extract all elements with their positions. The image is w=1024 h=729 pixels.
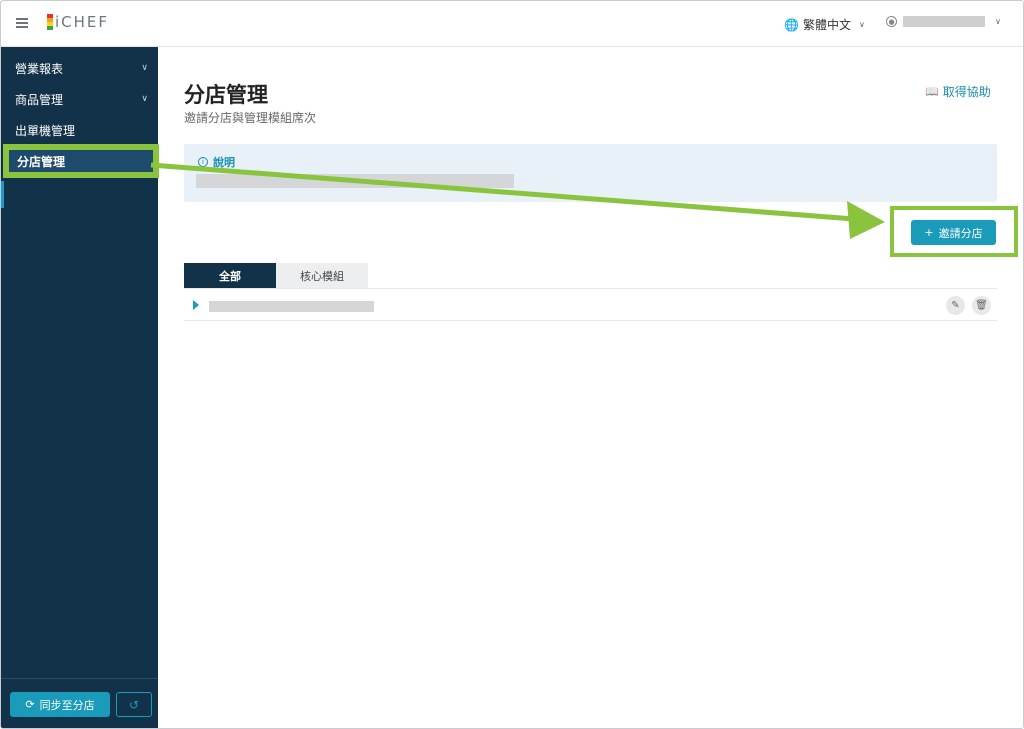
trash-icon[interactable]: 🗑 [972, 296, 991, 315]
invite-branch-button[interactable]: + 邀請分店 [911, 220, 996, 245]
branch-tabs: 全部 核心模組 [184, 263, 368, 288]
sidebar-item-printer-management[interactable]: 出單機管理 [1, 115, 158, 146]
expand-caret-icon[interactable] [193, 300, 199, 310]
sidebar-item-label: 商品管理 [15, 93, 64, 107]
user-menu[interactable]: ● ∨ [886, 16, 1001, 27]
hamburger-menu-icon[interactable] [16, 18, 28, 28]
sidebar-item-label: 分店管理 [17, 154, 66, 169]
table-row: ✎ 🗑 [184, 288, 997, 321]
plus-icon: + [924, 226, 934, 239]
sidebar-item-label: 出單機管理 [15, 124, 76, 138]
info-panel: i 說明 [184, 144, 997, 202]
chevron-down-icon: ∨ [858, 20, 865, 29]
info-title: i 說明 [198, 154, 235, 170]
logo-color-bar [47, 14, 53, 30]
get-help-link[interactable]: 📖 取得協助 [925, 83, 991, 100]
user-name-redacted [903, 16, 985, 27]
history-icon: ↺ [128, 697, 140, 712]
language-label: 繁體中文 [802, 18, 851, 32]
chevron-down-icon: ∨ [141, 94, 148, 104]
sidebar-item-label: 營業報表 [15, 62, 64, 76]
sidebar-nav: 營業報表 ∨ 商品管理 ∨ 出單機管理 分店管理 [1, 53, 159, 178]
main-content: 分店管理 邀請分店與管理模組席次 📖 取得協助 i 說明 + 邀請分店 全部 核… [158, 47, 1023, 728]
tab-core-modules[interactable]: 核心模組 [276, 263, 368, 288]
branch-name-redacted [209, 301, 374, 312]
ichef-logo: iCHEF [47, 14, 109, 30]
sidebar-item-branch-management[interactable]: 分店管理 [3, 144, 159, 178]
chevron-down-icon: ∨ [995, 17, 1001, 26]
sidebar: iCHEF 營業報表 ∨ 商品管理 ∨ 出單機管理 分店管理 ⟳ 同步至分店 ↺ [1, 1, 159, 728]
language-selector[interactable]: 🌐 繁體中文 ∨ [784, 16, 865, 33]
info-text-redacted [196, 174, 514, 188]
sync-button-label: 同步至分店 [39, 698, 95, 712]
chevron-down-icon: ∨ [141, 63, 148, 73]
invite-highlight-box: + 邀請分店 [890, 206, 1018, 257]
sidebar-header: iCHEF [1, 1, 158, 47]
help-link-label: 取得協助 [942, 85, 991, 99]
page-title: 分店管理 [184, 83, 268, 107]
sidebar-item-product-management[interactable]: 商品管理 ∨ [1, 84, 158, 115]
sidebar-item-sales-report[interactable]: 營業報表 ∨ [1, 53, 158, 84]
sync-to-branches-button[interactable]: ⟳ 同步至分店 [10, 692, 110, 717]
logo-text: iCHEF [55, 13, 110, 31]
book-icon: 📖 [925, 85, 939, 98]
active-indicator [1, 181, 4, 208]
info-title-label: 說明 [213, 156, 235, 169]
top-bar: 🌐 繁體中文 ∨ ● ∨ [158, 1, 1023, 47]
sync-history-button[interactable]: ↺ [116, 692, 152, 717]
user-avatar-icon: ● [886, 16, 897, 27]
sync-icon: ⟳ [25, 698, 35, 711]
page-subtitle: 邀請分店與管理模組席次 [184, 111, 317, 125]
edit-icon[interactable]: ✎ [946, 296, 965, 315]
tab-all[interactable]: 全部 [184, 263, 276, 288]
app-window: iCHEF 營業報表 ∨ 商品管理 ∨ 出單機管理 分店管理 ⟳ 同步至分店 ↺… [0, 0, 1024, 729]
invite-button-label: 邀請分店 [938, 226, 983, 240]
info-icon: i [198, 157, 208, 167]
sidebar-footer: ⟳ 同步至分店 ↺ [1, 678, 158, 728]
globe-icon: 🌐 [784, 17, 799, 32]
